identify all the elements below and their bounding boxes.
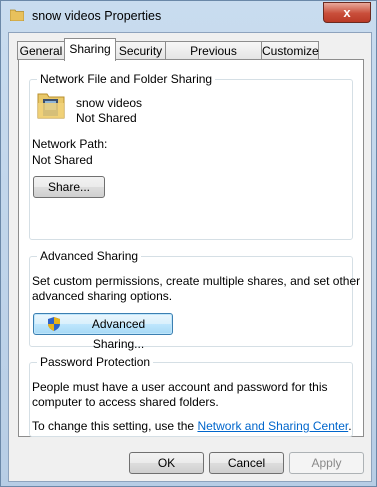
folder-icon [10,9,24,21]
group-label: Network File and Folder Sharing [37,72,216,86]
advanced-sharing-button[interactable]: Advanced Sharing... [33,313,173,351]
tab-general[interactable]: General [17,41,65,60]
network-path-label: Network Path: [32,137,108,151]
share-status: Not Shared [76,111,137,125]
sharing-tab-panel: Network File and Folder Sharing snow vid… [18,59,364,437]
close-button[interactable]: x [323,2,371,23]
apply-button[interactable]: Apply [289,452,364,474]
password-protection-group: Password Protection People must have a u… [29,355,353,437]
tab-security[interactable]: Security [115,41,166,60]
dialog-client: General Sharing Security Previous Versio… [8,32,372,482]
title-bar[interactable]: snow videos Properties x [1,1,376,33]
group-label: Password Protection [37,355,154,369]
cancel-button[interactable]: Cancel [209,452,284,474]
folder-name: snow videos [76,96,143,110]
advanced-description-line2: advanced sharing options. [32,289,173,303]
password-line2: computer to access shared folders. [32,395,219,409]
password-line1: People must have a user account and pass… [32,380,328,394]
network-path-value: Not Shared [32,153,93,167]
advanced-sharing-group: Advanced Sharing Set custom permissions,… [29,249,360,351]
advanced-description-line1: Set custom permissions, create multiple … [32,274,361,288]
shield-icon [48,317,60,331]
password-change-text: To change this setting, use the Network … [32,419,352,433]
network-sharing-center-link[interactable]: Network and Sharing Center [197,419,348,433]
ok-button[interactable]: OK [129,452,204,474]
group-label: Advanced Sharing [37,249,142,263]
tab-sharing[interactable]: Sharing [64,38,116,61]
tab-previous-versions[interactable]: Previous Versions [165,41,262,76]
network-sharing-group: Network File and Folder Sharing snow vid… [29,72,353,240]
tab-customize[interactable]: Customize [261,41,319,60]
advanced-sharing-label: Advanced Sharing... [91,317,146,351]
folder-icon [37,93,65,119]
window-title: snow videos Properties [32,9,162,23]
properties-window: snow videos Properties x General Sharing… [0,0,377,487]
share-button[interactable]: Share... [33,176,105,198]
